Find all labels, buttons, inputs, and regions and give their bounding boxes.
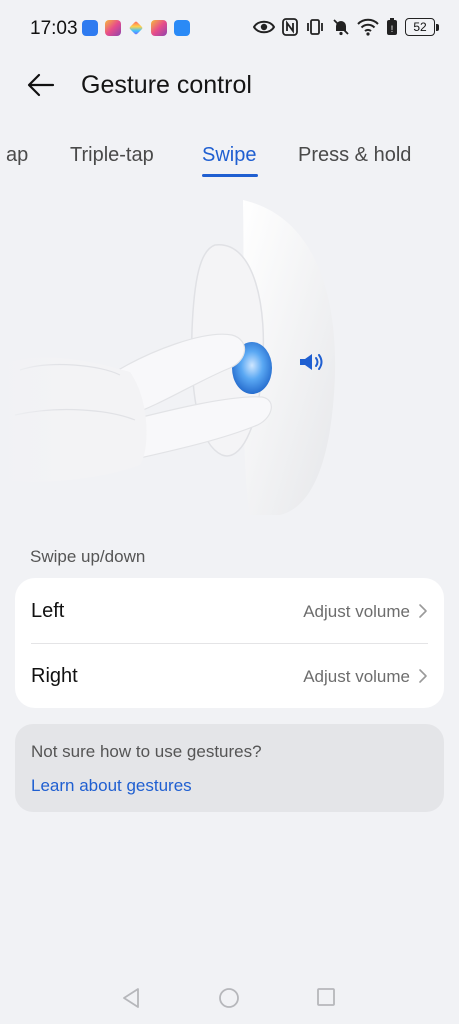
app-cube-icon	[128, 20, 144, 36]
eye-icon	[253, 20, 275, 34]
cloud-icon	[174, 20, 190, 36]
nfc-icon	[282, 18, 298, 36]
left-earbud-row[interactable]: Left Adjust volume	[15, 578, 444, 643]
tab-triple-tap[interactable]: Triple-tap	[70, 144, 154, 167]
battery-level: 52	[405, 18, 435, 36]
help-card: Not sure how to use gestures? Learn abou…	[15, 724, 444, 812]
right-earbud-row[interactable]: Right Adjust volume	[15, 643, 444, 708]
gesture-tabs: ap Triple-tap Swipe Press & hold	[0, 140, 459, 182]
chevron-right-icon	[419, 669, 427, 683]
chevron-right-icon	[419, 604, 427, 618]
svg-text:!: !	[391, 24, 394, 34]
learn-about-gestures-link[interactable]: Learn about gestures	[31, 776, 192, 796]
bluetooth-icon	[82, 20, 98, 36]
instagram-icon	[105, 20, 121, 36]
row-label: Left	[31, 600, 65, 622]
tab-double-tap[interactable]: ap	[6, 144, 28, 167]
vibrate-icon	[307, 19, 323, 35]
notification-icons	[82, 20, 190, 36]
row-value: Adjust volume	[303, 602, 410, 621]
swipe-gesture-illustration	[0, 200, 459, 515]
tab-press-and-hold[interactable]: Press & hold	[298, 144, 411, 167]
battery-saver-icon: !	[387, 18, 397, 35]
section-label: Swipe up/down	[30, 547, 146, 566]
system-nav-bar	[0, 975, 459, 1024]
silent-bell-icon	[333, 19, 349, 36]
help-question: Not sure how to use gestures?	[31, 742, 262, 761]
nav-recents-icon[interactable]	[316, 987, 336, 1007]
status-bar: 17:03 ! 52	[0, 0, 459, 58]
wifi-icon	[357, 18, 379, 36]
instagram-icon	[151, 20, 167, 36]
status-time: 17:03	[30, 18, 78, 39]
nav-back-icon[interactable]	[121, 987, 141, 1009]
page-title: Gesture control	[81, 71, 252, 99]
tab-swipe[interactable]: Swipe	[202, 144, 256, 167]
swipe-settings-card: Left Adjust volume Right Adjust volume	[15, 578, 444, 708]
app-header: Gesture control	[0, 58, 459, 118]
row-value: Adjust volume	[303, 667, 410, 686]
battery-icon: 52	[405, 18, 439, 36]
row-label: Right	[31, 665, 78, 687]
nav-home-icon[interactable]	[218, 987, 240, 1009]
active-tab-indicator	[202, 174, 258, 177]
system-icons: ! 52	[253, 18, 439, 36]
back-arrow-icon	[27, 73, 55, 97]
back-button[interactable]	[26, 70, 64, 102]
